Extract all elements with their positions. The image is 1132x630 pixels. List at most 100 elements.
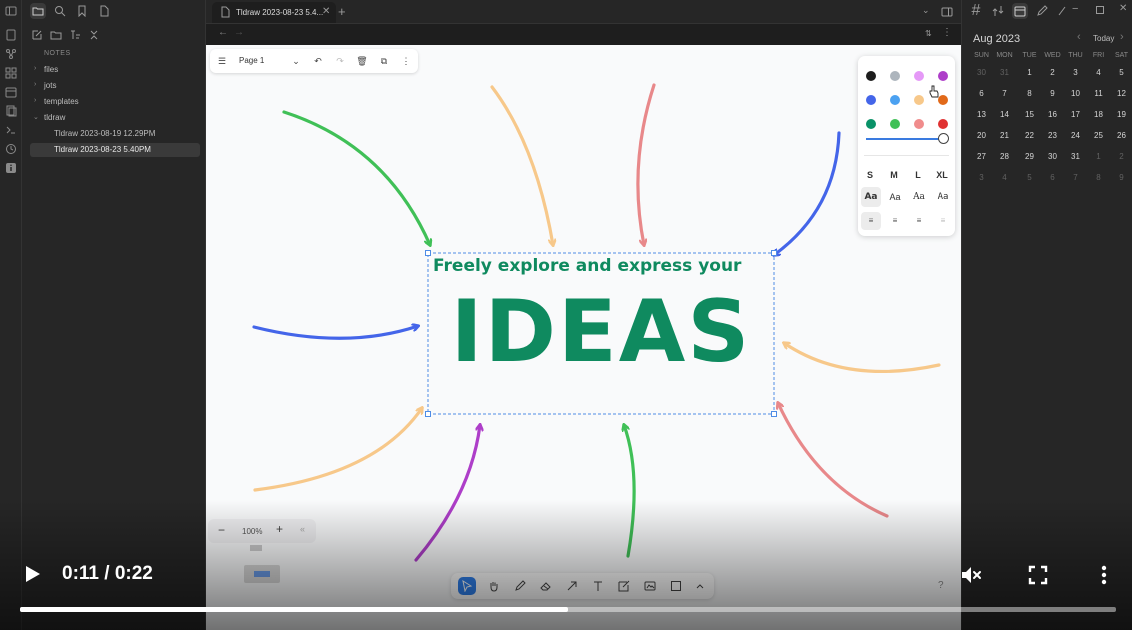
opacity-slider[interactable] bbox=[866, 138, 944, 140]
calendar-day[interactable]: 31 bbox=[993, 68, 1016, 77]
align-center-icon[interactable]: ≡ bbox=[890, 216, 900, 226]
text-tool-icon[interactable] bbox=[589, 577, 607, 595]
calendar-day[interactable]: 8 bbox=[1087, 173, 1110, 182]
font-serif[interactable]: Aa bbox=[909, 192, 929, 202]
chevron-right-icon[interactable]: › bbox=[34, 65, 36, 72]
tree-item-jots[interactable]: jots bbox=[44, 81, 56, 90]
calendar-day[interactable]: 5 bbox=[1018, 173, 1041, 182]
calendar-day[interactable]: 26 bbox=[1110, 131, 1132, 140]
calendar-day[interactable]: 21 bbox=[993, 131, 1016, 140]
more-options-icon[interactable] bbox=[1092, 563, 1116, 587]
minimap[interactable] bbox=[240, 545, 286, 585]
color-swatch[interactable] bbox=[866, 71, 876, 81]
tags-icon[interactable]: # bbox=[968, 2, 984, 19]
chevron-down-icon[interactable]: ⌄ bbox=[290, 55, 302, 67]
tldraw-canvas[interactable]: Freely explore and express your IDEAS ☰ … bbox=[206, 45, 961, 630]
calendar-prev-icon[interactable]: ‹ bbox=[1077, 31, 1081, 43]
align-right-icon[interactable]: ≡ bbox=[914, 216, 924, 226]
calendar-day[interactable]: 9 bbox=[1110, 173, 1132, 182]
chevron-right-icon[interactable]: › bbox=[34, 97, 36, 104]
more-options-icon[interactable]: ⋮ bbox=[942, 27, 952, 38]
calendar-day[interactable]: 1 bbox=[1087, 152, 1110, 161]
undo-icon[interactable]: ↶ bbox=[312, 55, 324, 67]
collapse-minimap-icon[interactable]: « bbox=[300, 524, 305, 534]
align-left-icon[interactable]: ≡ bbox=[866, 216, 876, 226]
color-swatch[interactable] bbox=[866, 119, 876, 129]
calendar-day[interactable]: 14 bbox=[993, 110, 1016, 119]
calendar-day[interactable]: 2 bbox=[1110, 152, 1132, 161]
canvas-icon[interactable] bbox=[4, 67, 18, 81]
calendar-day[interactable]: 13 bbox=[970, 110, 993, 119]
folder-icon[interactable] bbox=[30, 3, 46, 19]
canvas-big-text[interactable]: IDEAS bbox=[428, 289, 774, 375]
graph-view-icon[interactable] bbox=[4, 48, 18, 62]
calendar-day[interactable]: 31 bbox=[1064, 152, 1087, 161]
calendar-day[interactable]: 30 bbox=[970, 68, 993, 77]
tree-item-tldraw[interactable]: tldraw bbox=[44, 113, 65, 122]
calendar-today-button[interactable]: Today bbox=[1093, 34, 1114, 43]
calendar-day[interactable]: 11 bbox=[1087, 89, 1110, 98]
zoom-in-icon[interactable]: + bbox=[276, 522, 283, 536]
mute-icon[interactable] bbox=[959, 563, 983, 587]
calendar-day[interactable]: 2 bbox=[1041, 68, 1064, 77]
calendar-day[interactable]: 5 bbox=[1110, 68, 1132, 77]
color-swatch[interactable] bbox=[938, 71, 948, 81]
calendar-day[interactable]: 3 bbox=[1064, 68, 1087, 77]
duplicate-icon[interactable]: ⧉ bbox=[378, 55, 390, 67]
chevron-down-icon[interactable]: ⌄ bbox=[33, 113, 39, 121]
opacity-slider-thumb[interactable] bbox=[938, 133, 949, 144]
eraser-tool-icon[interactable] bbox=[537, 577, 555, 595]
image-tool-icon[interactable] bbox=[641, 577, 659, 595]
calendar-day[interactable]: 3 bbox=[970, 173, 993, 182]
calendar-day[interactable]: 7 bbox=[993, 89, 1016, 98]
font-sans[interactable]: Aa bbox=[885, 192, 905, 202]
calendar-day[interactable]: 8 bbox=[1018, 89, 1041, 98]
chevron-up-icon[interactable] bbox=[691, 577, 709, 595]
size-s[interactable]: S bbox=[860, 170, 880, 180]
color-swatch[interactable] bbox=[866, 95, 876, 105]
color-swatch[interactable] bbox=[890, 71, 900, 81]
templates-icon[interactable] bbox=[4, 105, 18, 119]
zoom-out-icon[interactable]: − bbox=[218, 523, 225, 537]
zoom-level[interactable]: 100% bbox=[242, 527, 262, 536]
sync-icon[interactable] bbox=[4, 143, 18, 157]
rectangle-tool-icon[interactable] bbox=[667, 577, 685, 595]
calendar-day[interactable]: 4 bbox=[1087, 68, 1110, 77]
calendar-day[interactable]: 23 bbox=[1041, 131, 1064, 140]
calendar-day[interactable]: 6 bbox=[970, 89, 993, 98]
calendar-icon[interactable] bbox=[1012, 3, 1028, 19]
info-icon[interactable] bbox=[4, 162, 18, 176]
forward-arrow-icon[interactable]: → bbox=[234, 27, 244, 38]
calendar-day[interactable]: 22 bbox=[1018, 131, 1041, 140]
calendar-day[interactable]: 15 bbox=[1018, 110, 1041, 119]
more-icon[interactable]: ⋮ bbox=[400, 55, 412, 67]
outgoing-links-icon[interactable] bbox=[990, 3, 1006, 19]
calendar-day[interactable]: 25 bbox=[1087, 131, 1110, 140]
draw-tool-icon[interactable] bbox=[511, 577, 529, 595]
hamburger-menu-icon[interactable]: ☰ bbox=[216, 55, 228, 67]
calendar-day[interactable]: 29 bbox=[1018, 152, 1041, 161]
calendar-day[interactable]: 12 bbox=[1110, 89, 1132, 98]
calendar-day[interactable]: 19 bbox=[1110, 110, 1132, 119]
new-note-icon[interactable] bbox=[29, 27, 45, 43]
swap-icon[interactable]: ⇅ bbox=[925, 29, 932, 38]
close-window-icon[interactable]: ✕ bbox=[1119, 3, 1127, 14]
calendar-day[interactable]: 10 bbox=[1064, 89, 1087, 98]
tree-item-files[interactable]: files bbox=[44, 65, 58, 74]
edit-icon[interactable] bbox=[1034, 3, 1050, 19]
calendar-day[interactable]: 6 bbox=[1041, 173, 1064, 182]
calendar-day[interactable]: 27 bbox=[970, 152, 993, 161]
calendar-day[interactable]: 1 bbox=[1018, 68, 1041, 77]
calendar-day[interactable]: 9 bbox=[1041, 89, 1064, 98]
size-l[interactable]: L bbox=[908, 170, 928, 180]
canvas-heading-text[interactable]: Freely explore and express your bbox=[433, 256, 773, 276]
calendar-day[interactable]: 16 bbox=[1041, 110, 1064, 119]
color-swatch[interactable] bbox=[938, 119, 948, 129]
calendar-next-icon[interactable]: › bbox=[1120, 31, 1124, 43]
calendar-day[interactable]: 18 bbox=[1087, 110, 1110, 119]
tree-item-templates[interactable]: templates bbox=[44, 97, 79, 106]
sort-icon[interactable] bbox=[67, 27, 83, 43]
calendar-day[interactable]: 28 bbox=[993, 152, 1016, 161]
hand-tool-icon[interactable] bbox=[485, 577, 503, 595]
align-justify-icon[interactable]: ≡ bbox=[938, 216, 948, 226]
